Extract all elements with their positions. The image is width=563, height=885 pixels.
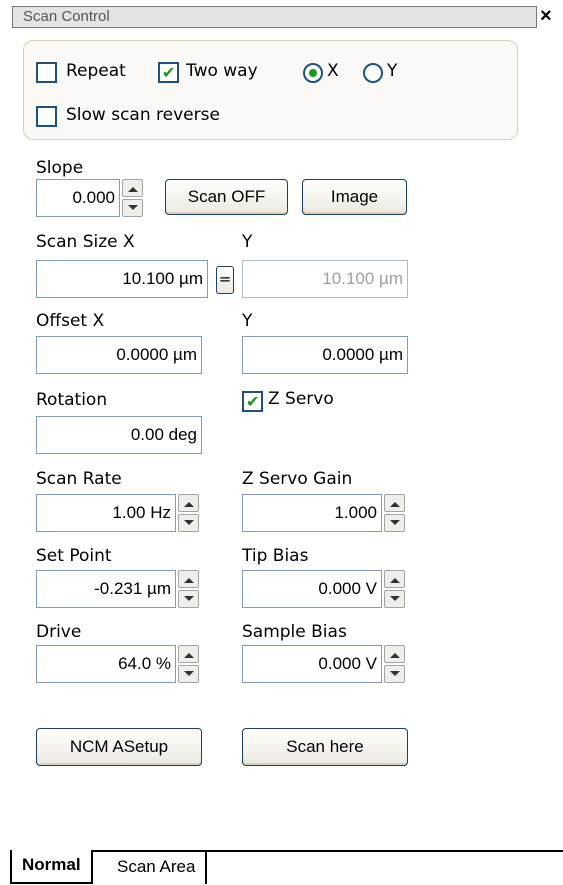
link-xy-button[interactable]: = — [216, 266, 234, 294]
sample-bias-input[interactable]: 0.000 V — [242, 645, 382, 683]
image-button[interactable]: Image — [302, 179, 407, 215]
set-point-spinner[interactable] — [178, 570, 199, 608]
spin-down-icon[interactable] — [384, 590, 405, 608]
scan-rate-label: Scan Rate — [36, 469, 122, 489]
scan-size-y-input: 10.100 µm — [242, 260, 408, 298]
spin-down-icon[interactable] — [122, 199, 143, 217]
z-servo-gain-input[interactable]: 1.000 — [242, 494, 382, 532]
spin-up-icon[interactable] — [178, 494, 199, 512]
spin-down-icon[interactable] — [384, 665, 405, 683]
two-way-checkbox[interactable]: ✔ — [158, 62, 179, 83]
tab-bar-divider — [10, 850, 563, 852]
z-servo-checkbox[interactable]: ✔ — [242, 391, 263, 412]
panel-title-bar: Scan Control — [12, 6, 537, 28]
spin-down-icon[interactable] — [178, 665, 199, 683]
scan-size-x-label: Scan Size X — [36, 232, 135, 252]
z-servo-gain-spinner[interactable] — [384, 494, 405, 532]
tip-bias-label: Tip Bias — [242, 546, 309, 566]
tip-bias-spinner[interactable] — [384, 570, 405, 608]
axis-x-label: X — [327, 61, 339, 81]
scan-rate-spinner[interactable] — [178, 494, 199, 532]
scan-rate-input[interactable]: 1.00 Hz — [36, 494, 176, 532]
offset-y-input[interactable]: 0.0000 µm — [242, 336, 408, 374]
spin-up-icon[interactable] — [384, 494, 405, 512]
drive-input[interactable]: 64.0 % — [36, 645, 176, 683]
offset-x-label: Offset X — [36, 311, 105, 331]
scan-options-group — [23, 40, 518, 140]
z-servo-gain-label: Z Servo Gain — [242, 469, 353, 489]
repeat-checkbox[interactable] — [36, 62, 57, 83]
tab-bar: Normal Scan Area — [10, 850, 563, 885]
scan-here-button[interactable]: Scan here — [242, 728, 408, 766]
spin-up-icon[interactable] — [384, 570, 405, 588]
radio-selected-dot-icon — [309, 69, 317, 77]
tab-scan-area[interactable]: Scan Area — [107, 852, 208, 884]
axis-y-label: Y — [387, 61, 398, 81]
check-mark-icon: ✔ — [162, 63, 176, 82]
sample-bias-spinner[interactable] — [384, 645, 405, 683]
ncm-asetup-button[interactable]: NCM ASetup — [36, 728, 202, 766]
tip-bias-input[interactable]: 0.000 V — [242, 570, 382, 608]
spin-up-icon[interactable] — [384, 645, 405, 663]
slope-spinner[interactable] — [122, 179, 143, 217]
spin-up-icon[interactable] — [178, 570, 199, 588]
two-way-label: Two way — [186, 61, 258, 81]
repeat-label: Repeat — [66, 61, 126, 81]
slope-label: Slope — [36, 158, 84, 178]
axis-x-radio[interactable] — [303, 63, 323, 83]
drive-label: Drive — [36, 622, 82, 642]
rotation-input[interactable]: 0.00 deg — [36, 416, 202, 454]
slow-scan-reverse-checkbox[interactable] — [36, 106, 57, 127]
scan-size-y-label: Y — [242, 232, 253, 252]
tab-normal[interactable]: Normal — [10, 850, 93, 884]
spin-up-icon[interactable] — [122, 179, 143, 197]
spin-up-icon[interactable] — [178, 645, 199, 663]
panel-title: Scan Control — [23, 8, 110, 25]
spin-down-icon[interactable] — [384, 514, 405, 532]
offset-y-label: Y — [242, 311, 253, 331]
drive-spinner[interactable] — [178, 645, 199, 683]
scan-off-button[interactable]: Scan OFF — [165, 179, 288, 215]
slope-input[interactable]: 0.000 — [36, 179, 120, 217]
slow-scan-reverse-label: Slow scan reverse — [66, 105, 220, 125]
offset-x-input[interactable]: 0.0000 µm — [36, 336, 202, 374]
axis-y-radio[interactable] — [363, 63, 383, 83]
scan-size-x-input[interactable]: 10.100 µm — [36, 260, 208, 298]
rotation-label: Rotation — [36, 390, 108, 410]
spin-down-icon[interactable] — [178, 590, 199, 608]
sample-bias-label: Sample Bias — [242, 622, 347, 642]
close-icon[interactable]: × — [540, 5, 552, 28]
spin-down-icon[interactable] — [178, 514, 199, 532]
set-point-input[interactable]: -0.231 µm — [36, 570, 176, 608]
check-mark-icon: ✔ — [246, 392, 260, 411]
set-point-label: Set Point — [36, 546, 112, 566]
z-servo-label: Z Servo — [268, 389, 334, 409]
